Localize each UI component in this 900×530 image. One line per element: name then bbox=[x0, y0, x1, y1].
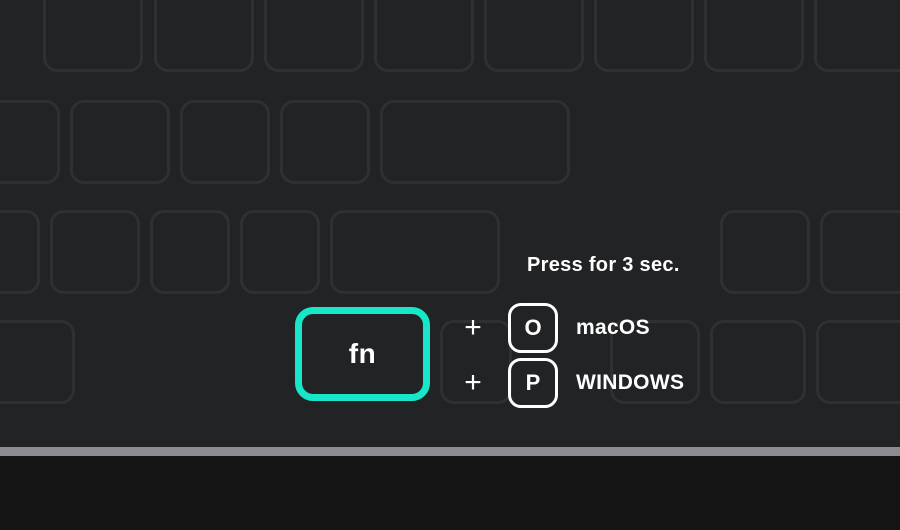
background-key bbox=[180, 100, 270, 184]
background-key bbox=[50, 210, 140, 294]
background-key bbox=[594, 0, 694, 72]
os-label-macos: macOS bbox=[576, 316, 650, 340]
background-key bbox=[484, 0, 584, 72]
background-key bbox=[150, 210, 230, 294]
os-label-windows: WINDOWS bbox=[576, 371, 684, 395]
background-key bbox=[280, 100, 370, 184]
fn-key-label: fn bbox=[349, 338, 376, 370]
plus-icon: + bbox=[456, 313, 490, 343]
background-key bbox=[240, 210, 320, 294]
background-key bbox=[380, 100, 570, 184]
key-p-label: P bbox=[526, 370, 541, 396]
background-key bbox=[0, 320, 75, 404]
fn-key: fn bbox=[295, 307, 430, 401]
plus-icon: + bbox=[456, 368, 490, 398]
footer-area bbox=[0, 456, 900, 530]
background-key bbox=[720, 210, 810, 294]
background-key bbox=[0, 210, 40, 294]
keyboard-diagram: fn Press for 3 sec. + O macOS + P WINDOW… bbox=[0, 0, 900, 530]
instruction-text: Press for 3 sec. bbox=[527, 254, 680, 277]
combo-macos: + O macOS bbox=[456, 303, 650, 353]
background-key bbox=[816, 320, 900, 404]
key-o-label: O bbox=[524, 315, 541, 341]
background-key bbox=[70, 100, 170, 184]
background-key bbox=[264, 0, 364, 72]
background-key bbox=[710, 320, 806, 404]
separator-bar bbox=[0, 447, 900, 456]
key-o: O bbox=[508, 303, 558, 353]
key-p: P bbox=[508, 358, 558, 408]
background-key bbox=[704, 0, 804, 72]
background-key bbox=[154, 0, 254, 72]
background-key bbox=[43, 0, 143, 72]
background-key bbox=[330, 210, 500, 294]
background-key bbox=[374, 0, 474, 72]
background-key bbox=[0, 100, 60, 184]
combo-windows: + P WINDOWS bbox=[456, 358, 684, 408]
background-key bbox=[814, 0, 900, 72]
background-key bbox=[820, 210, 900, 294]
